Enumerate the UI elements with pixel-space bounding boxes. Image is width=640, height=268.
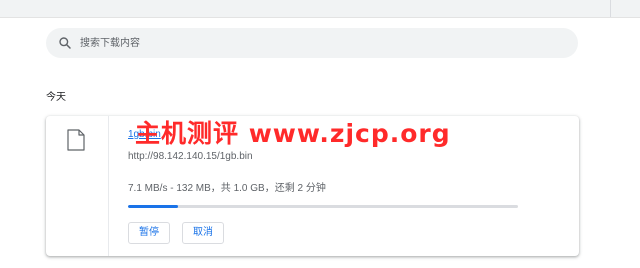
cancel-button[interactable]: 取消: [182, 222, 224, 244]
progress-bar: [128, 205, 518, 208]
pause-button[interactable]: 暂停: [128, 222, 170, 244]
file-url: http://98.142.140.15/1gb.bin: [128, 151, 253, 162]
search-input[interactable]: [80, 34, 560, 52]
progress-fill: [128, 205, 179, 208]
download-status: 7.1 MB/s - 132 MB，共 1.0 GB，还剩 2 分钟: [128, 183, 326, 194]
card-divider: [108, 116, 109, 256]
search-box[interactable]: [46, 28, 578, 58]
topbar-divider: [610, 0, 611, 17]
date-section-header: 今天: [46, 92, 66, 103]
download-item-card: 1gb.bin http://98.142.140.15/1gb.bin 7.1…: [46, 116, 579, 256]
search-icon: [59, 37, 71, 49]
browser-top-bar: [0, 0, 640, 18]
file-name-link[interactable]: 1gb.bin: [128, 129, 161, 140]
file-icon: [67, 129, 85, 151]
